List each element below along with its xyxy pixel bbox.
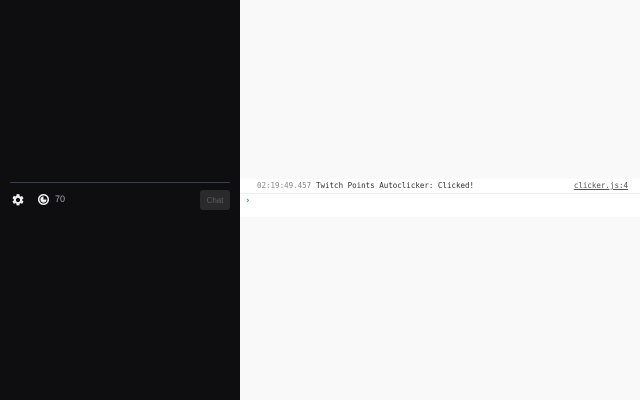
screen: 70 Chat 02:19:49.457 Twitch Points Autoc…	[0, 0, 640, 400]
log-source-link[interactable]: clicker.js:4	[574, 179, 628, 193]
channel-points-icon	[37, 193, 50, 206]
channel-points-button[interactable]: 70	[37, 193, 65, 206]
gear-icon[interactable]	[11, 193, 25, 207]
console-log-row: 02:19:49.457 Twitch Points Autoclicker: …	[240, 179, 640, 194]
prompt-chevron-icon: ›	[245, 196, 251, 206]
devtools-console: 02:19:49.457 Twitch Points Autoclicker: …	[240, 0, 640, 400]
log-timestamp: 02:19:49.457	[257, 181, 312, 190]
channel-points-count: 70	[55, 194, 66, 204]
log-message: Twitch Points Autoclicker: Clicked!	[316, 181, 475, 190]
console-body: 02:19:49.457 Twitch Points Autoclicker: …	[240, 179, 640, 217]
chat-divider	[10, 182, 230, 183]
console-prompt-input[interactable]: ›	[240, 194, 640, 208]
chat-send-button[interactable]: Chat	[200, 190, 230, 210]
chat-pane: 70 Chat	[0, 0, 240, 400]
chat-input-footer: 70 Chat	[0, 190, 240, 212]
